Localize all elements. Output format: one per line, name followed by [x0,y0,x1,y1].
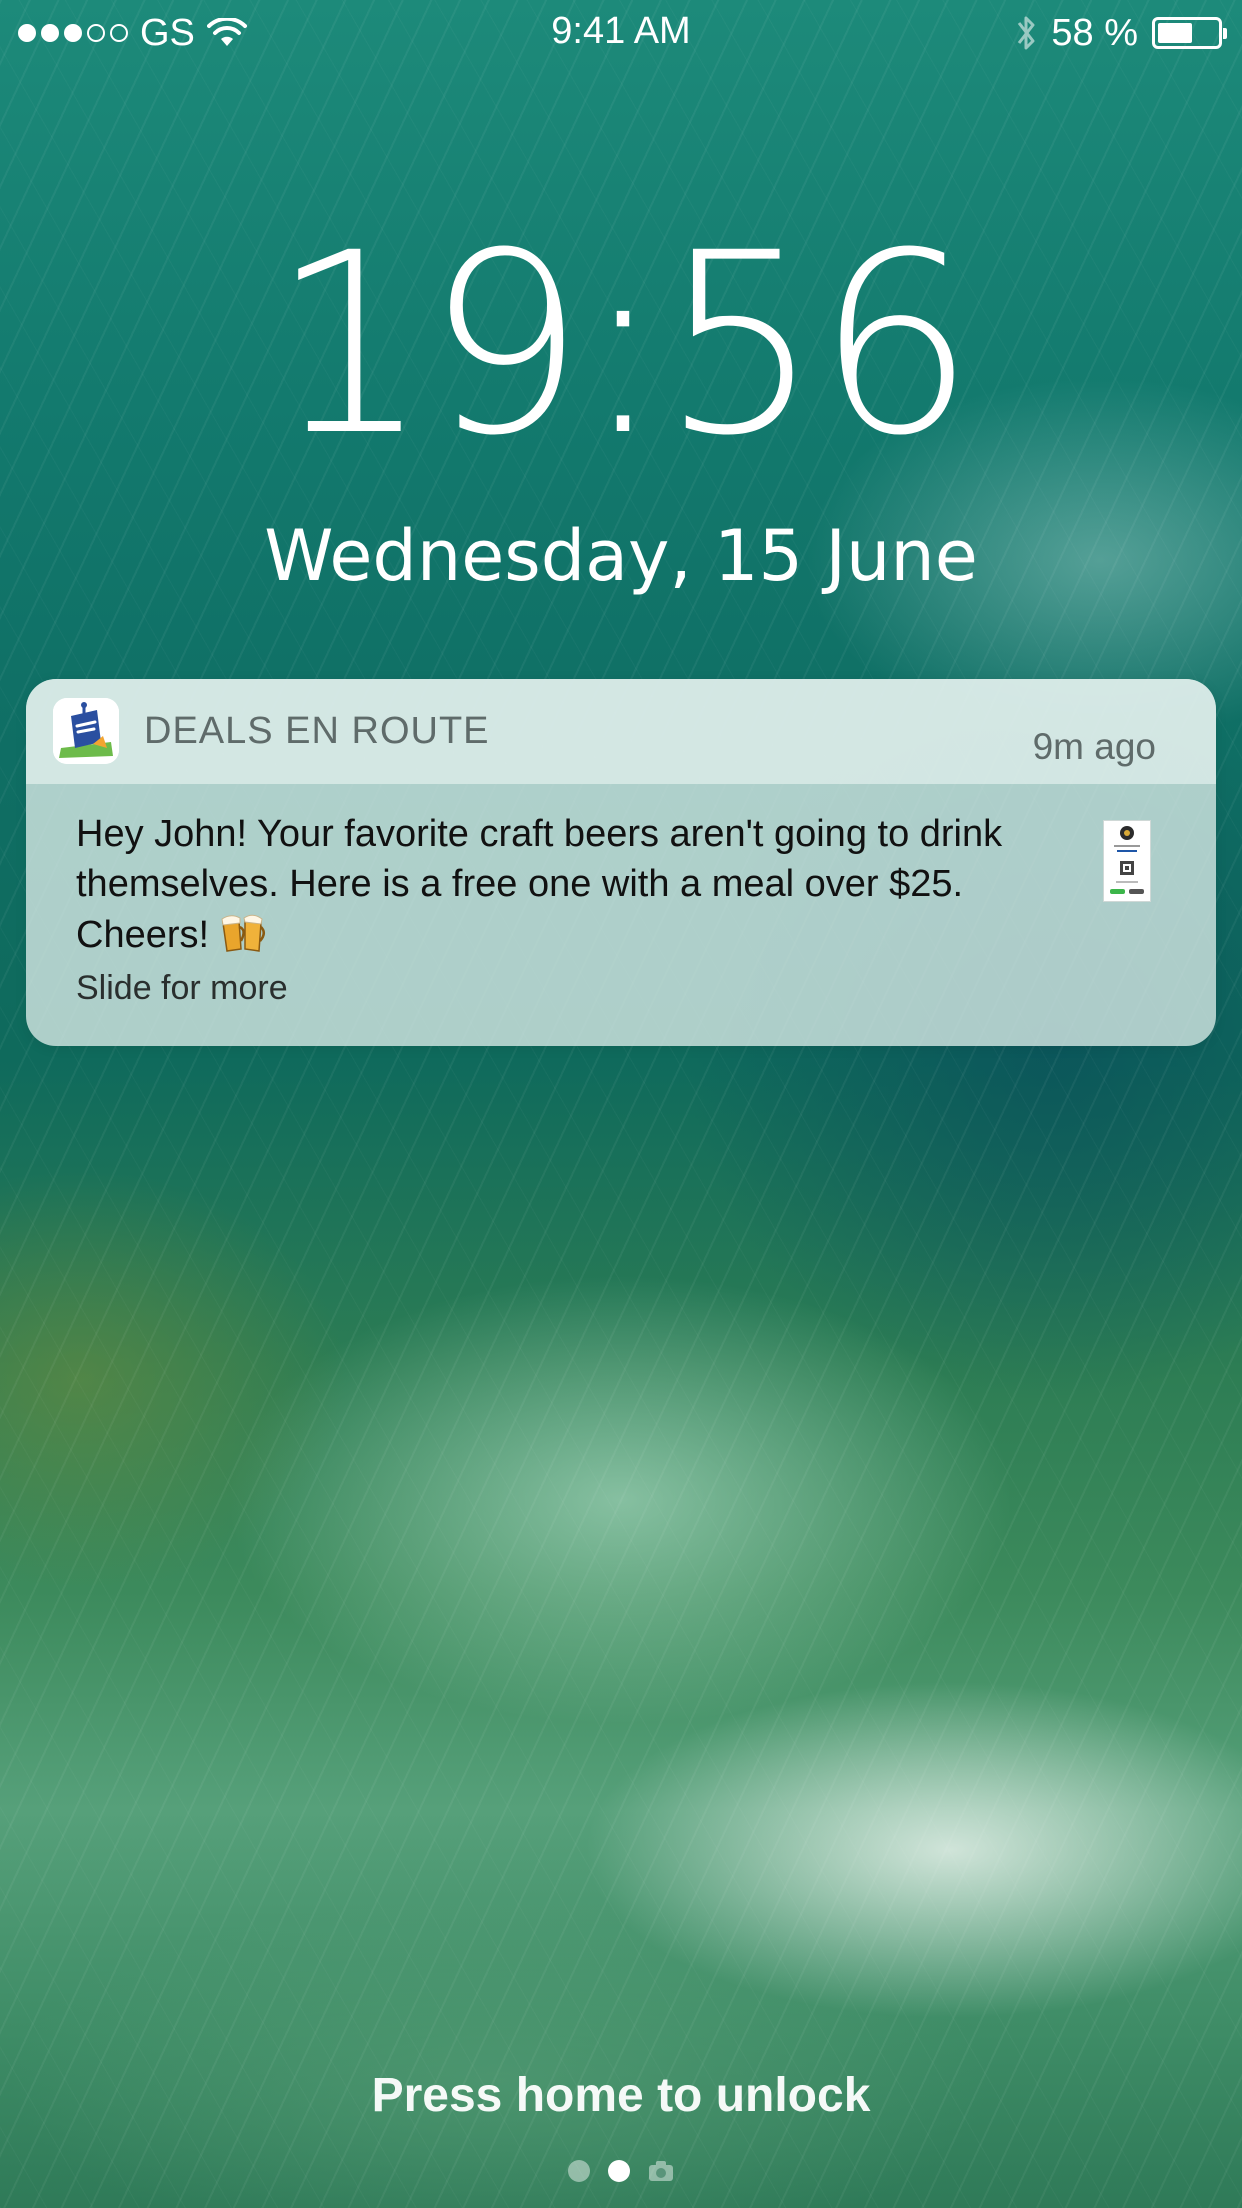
page-dot-widgets [568,2160,590,2182]
status-bar: GS 9:41 AM 58 % [0,0,1242,66]
notification-card[interactable]: DEALS EN ROUTE 9m ago Hey John! Your fav… [26,679,1216,1046]
beer-mugs-icon [221,914,266,952]
page-indicator [0,2160,1242,2182]
notification-more-hint: Slide for more [76,969,288,1007]
camera-icon [649,2161,673,2181]
bluetooth-icon [1018,16,1035,50]
notification-header: DEALS EN ROUTE 9m ago [26,679,1216,784]
page-dot-current [608,2160,630,2182]
notification-timestamp: 9m ago [1032,726,1156,767]
notification-message-text: Hey John! Your favorite craft beers aren… [76,813,1003,956]
lock-screen-clock: 19:56 [270,199,975,490]
status-bar-right: 58 % [1015,10,1227,56]
unlock-hint: Press home to unlock [371,2069,871,2122]
deals-en-route-app-icon [53,698,119,764]
notification-app-name: DEALS EN ROUTE [144,710,490,752]
battery-icon [1152,17,1227,49]
battery-level [1158,23,1192,43]
notification-message: Hey John! Your favorite craft beers aren… [76,809,1056,960]
lock-screen-date: Wednesday, 15 June [264,515,978,597]
battery-percentage: 58 % [1051,11,1138,54]
coupon-thumbnail-icon [1103,820,1151,902]
